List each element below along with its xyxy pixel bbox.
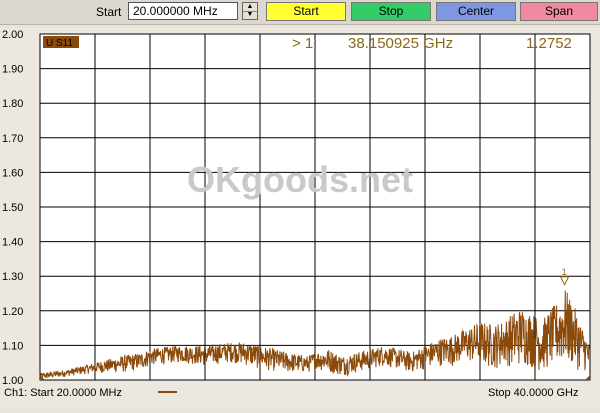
y-tick-label: 1.00 bbox=[2, 375, 23, 387]
start-field-label: Start bbox=[96, 5, 122, 19]
spin-down-icon[interactable]: ▼ bbox=[243, 11, 257, 19]
start-button[interactable]: Start bbox=[266, 2, 346, 21]
trace-label-text: U S11 bbox=[46, 38, 73, 49]
s11-chart: 2.00 1.90 1.80 1.70 1.60 1.50 1.40 1.30 1.20 1.10… bbox=[2, 29, 591, 399]
y-tick-label: 1.30 bbox=[2, 271, 23, 283]
y-tick-label: 1.40 bbox=[2, 237, 23, 249]
y-tick-label: 1.70 bbox=[2, 133, 23, 145]
chart-area: 2.00 1.90 1.80 1.70 1.60 1.50 1.40 1.30 1.20 1.10… bbox=[0, 28, 600, 408]
y-tick-label: 1.50 bbox=[2, 202, 23, 214]
y-tick-label: 1.90 bbox=[2, 64, 23, 76]
span-button[interactable]: Span bbox=[520, 2, 598, 21]
marker-frequency: 38.150925 GHz bbox=[348, 35, 453, 52]
marker-number: 1 bbox=[562, 267, 567, 277]
y-tick-label: 1.20 bbox=[2, 306, 23, 318]
y-tick-label: 2.00 bbox=[2, 29, 23, 41]
toolbar: Start ▲ ▼ Start Stop Center Span bbox=[0, 0, 600, 25]
y-tick-labels: 2.00 1.90 1.80 1.70 1.60 1.50 1.40 1.30 1.20 1.10… bbox=[2, 29, 23, 387]
trace-label[interactable]: U S11 bbox=[43, 36, 79, 49]
y-tick-label: 1.80 bbox=[2, 98, 23, 110]
marker-value: 1.2752 bbox=[526, 35, 572, 52]
watermark-text: OKgoods.net bbox=[187, 159, 413, 200]
marker-prefix: > 1: bbox=[292, 35, 317, 52]
start-frequency-spinner[interactable]: ▲ ▼ bbox=[242, 2, 258, 20]
y-tick-label: 1.10 bbox=[2, 340, 23, 352]
y-tick-label: 1.60 bbox=[2, 167, 23, 179]
footer-stop-text: Stop 40.0000 GHz bbox=[488, 387, 579, 399]
footer-start-text: Ch1: Start 20.0000 MHz bbox=[4, 387, 122, 399]
stop-button[interactable]: Stop bbox=[351, 2, 431, 21]
start-frequency-input[interactable] bbox=[128, 2, 238, 20]
center-button[interactable]: Center bbox=[436, 2, 516, 21]
